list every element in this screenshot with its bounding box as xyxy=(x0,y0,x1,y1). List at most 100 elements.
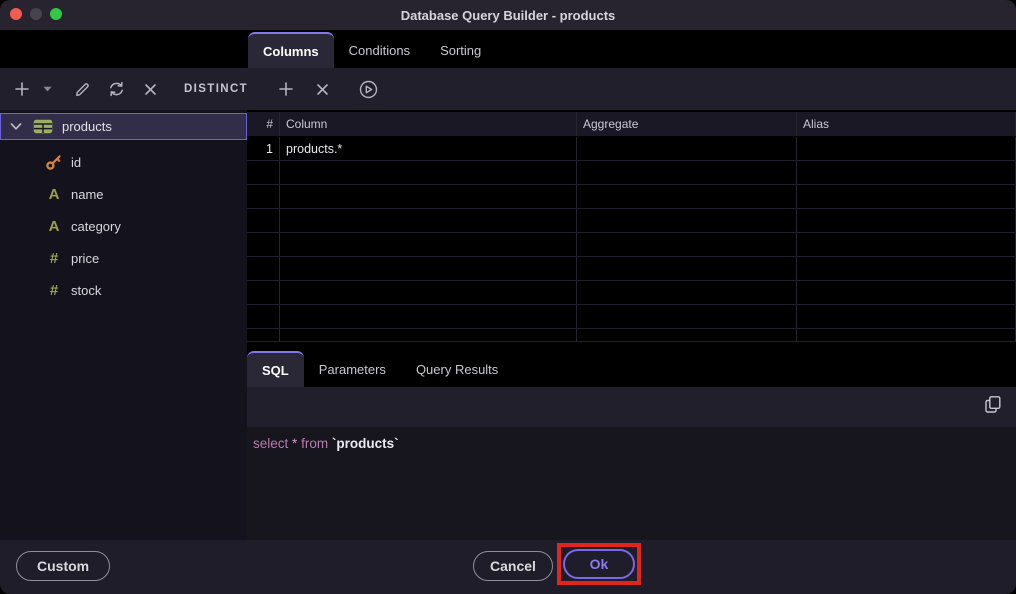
edit-button[interactable] xyxy=(68,74,96,104)
ok-button[interactable]: Ok xyxy=(563,549,635,579)
custom-button[interactable]: Custom xyxy=(16,551,110,581)
close-window-button[interactable] xyxy=(10,8,22,20)
tab-conditions[interactable]: Conditions xyxy=(334,33,425,68)
table-row[interactable] xyxy=(247,281,1016,305)
text-field-icon: A xyxy=(44,219,64,234)
table-cell[interactable] xyxy=(247,233,280,256)
add-item-button[interactable] xyxy=(10,74,34,104)
chevron-expanded-icon[interactable] xyxy=(10,122,22,131)
table-row[interactable] xyxy=(247,161,1016,185)
table-cell[interactable] xyxy=(247,281,280,304)
table-fields-list: id A name A category # price # stock xyxy=(0,146,247,306)
main-panel: # Column Aggregate Alias 1products.* SQL… xyxy=(247,110,1016,540)
table-cell[interactable] xyxy=(280,209,577,232)
table-name-label: products xyxy=(62,119,112,134)
content-area: products id A name A category xyxy=(0,110,1016,540)
tab-sql[interactable]: SQL xyxy=(247,351,304,387)
table-row[interactable] xyxy=(247,329,1016,342)
titlebar: Database Query Builder - products xyxy=(0,0,1016,30)
table-cell[interactable] xyxy=(247,257,280,280)
table-cell[interactable] xyxy=(280,305,577,328)
table-cell[interactable] xyxy=(797,185,1016,208)
table-cell[interactable] xyxy=(797,137,1016,160)
table-cell[interactable] xyxy=(797,233,1016,256)
tree-node-field-category[interactable]: A category xyxy=(0,210,247,242)
tab-sorting[interactable]: Sorting xyxy=(425,33,496,68)
table-row[interactable] xyxy=(247,305,1016,329)
table-cell[interactable] xyxy=(577,281,797,304)
table-cell[interactable] xyxy=(797,209,1016,232)
refresh-icon xyxy=(107,80,126,98)
tree-node-field-name[interactable]: A name xyxy=(0,178,247,210)
table-cell[interactable]: 1 xyxy=(247,137,280,160)
remove-button[interactable] xyxy=(136,74,164,104)
copy-sql-button[interactable] xyxy=(983,394,1003,420)
table-cell[interactable] xyxy=(247,161,280,184)
tab-query-results[interactable]: Query Results xyxy=(401,352,513,387)
field-name-label: price xyxy=(71,251,99,266)
table-cell[interactable] xyxy=(280,161,577,184)
zoom-window-button[interactable] xyxy=(50,8,62,20)
table-cell[interactable] xyxy=(797,329,1016,341)
table-cell[interactable] xyxy=(577,185,797,208)
table-cell[interactable] xyxy=(577,329,797,341)
tree-node-field-stock[interactable]: # stock xyxy=(0,274,247,306)
table-cell[interactable] xyxy=(280,281,577,304)
minimize-window-button[interactable] xyxy=(30,8,42,20)
table-cell[interactable] xyxy=(797,257,1016,280)
tree-node-products-table[interactable]: products xyxy=(0,113,247,140)
chevron-down-icon xyxy=(43,86,52,92)
table-row[interactable] xyxy=(247,209,1016,233)
key-icon xyxy=(44,153,64,171)
schema-sidebar: products id A name A category xyxy=(0,110,247,540)
sql-editor[interactable]: select * from `products` xyxy=(247,427,1016,540)
tab-columns[interactable]: Columns xyxy=(248,32,334,68)
table-cell[interactable] xyxy=(247,305,280,328)
table-row[interactable] xyxy=(247,257,1016,281)
number-field-icon: # xyxy=(44,251,64,266)
table-cell[interactable] xyxy=(577,233,797,256)
table-cell[interactable] xyxy=(797,161,1016,184)
table-row[interactable]: 1products.* xyxy=(247,137,1016,161)
play-circle-icon xyxy=(358,79,379,100)
tree-node-field-id[interactable]: id xyxy=(0,146,247,178)
table-cell[interactable] xyxy=(577,209,797,232)
plus-icon xyxy=(277,80,295,98)
table-cell[interactable] xyxy=(577,137,797,160)
table-row[interactable] xyxy=(247,185,1016,209)
cancel-button[interactable]: Cancel xyxy=(473,551,553,581)
remove-column-button[interactable] xyxy=(310,74,334,104)
table-cell[interactable] xyxy=(247,185,280,208)
table-cell[interactable] xyxy=(577,161,797,184)
table-row[interactable] xyxy=(247,233,1016,257)
run-query-button[interactable] xyxy=(354,74,382,104)
sql-keyword: from xyxy=(301,436,328,451)
distinct-toggle[interactable]: DISTINCT xyxy=(184,83,248,95)
table-cell[interactable]: products.* xyxy=(280,137,577,160)
table-cell[interactable] xyxy=(280,185,577,208)
field-name-label: stock xyxy=(71,283,101,298)
footer-bar: Custom Cancel Ok xyxy=(0,540,1016,594)
table-cell[interactable] xyxy=(247,329,280,341)
table-cell[interactable] xyxy=(247,209,280,232)
column-header-alias: Alias xyxy=(797,112,1016,136)
number-field-icon: # xyxy=(44,283,64,298)
table-cell[interactable] xyxy=(280,329,577,341)
traffic-lights xyxy=(10,8,62,20)
refresh-button[interactable] xyxy=(102,74,130,104)
column-header-number: # xyxy=(247,112,280,136)
table-cell[interactable] xyxy=(577,257,797,280)
sql-keyword: select xyxy=(253,436,288,451)
columns-table-body: 1products.* xyxy=(247,137,1016,342)
text-field-icon: A xyxy=(44,187,64,202)
table-cell[interactable] xyxy=(797,305,1016,328)
table-cell[interactable] xyxy=(280,233,577,256)
tree-node-field-price[interactable]: # price xyxy=(0,242,247,274)
tab-parameters[interactable]: Parameters xyxy=(304,352,401,387)
columns-table-header: # Column Aggregate Alias xyxy=(247,112,1016,137)
add-column-button[interactable] xyxy=(274,74,298,104)
table-cell[interactable] xyxy=(797,281,1016,304)
table-cell[interactable] xyxy=(577,305,797,328)
add-item-dropdown-button[interactable] xyxy=(40,74,54,104)
table-cell[interactable] xyxy=(280,257,577,280)
